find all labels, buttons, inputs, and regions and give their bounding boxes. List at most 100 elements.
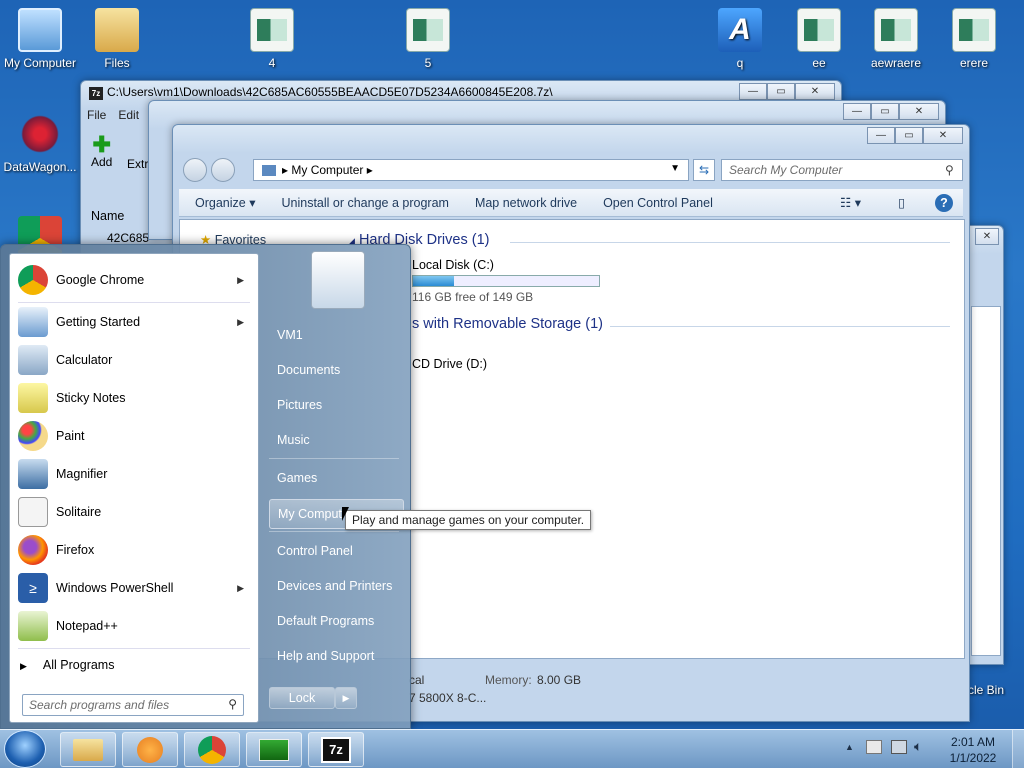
places-help-and-support[interactable]: Help and Support — [269, 642, 404, 672]
menu-edit[interactable]: Edit — [118, 108, 139, 122]
plus-icon: ✚ — [92, 132, 111, 157]
uninstall-program-button[interactable]: Uninstall or change a program — [281, 196, 448, 210]
chrome-icon — [18, 265, 48, 295]
program-getting-started[interactable]: Getting Started ▶ — [14, 304, 254, 340]
program-windows-powershell[interactable]: ≥ Windows PowerShell ▶ — [14, 570, 254, 606]
user-picture — [311, 251, 365, 309]
places-default-programs[interactable]: Default Programs — [269, 607, 404, 637]
minimize-button[interactable]: — — [867, 127, 895, 144]
places-games[interactable]: Games — [269, 464, 404, 494]
program-firefox[interactable]: Firefox — [14, 532, 254, 568]
clock-date: 1/1/2022 — [949, 751, 997, 765]
menu-file[interactable]: File — [87, 108, 106, 122]
program-notepad-plus-plus[interactable]: Notepad++ — [14, 608, 254, 644]
dropdown-arrow-icon[interactable]: ▼ — [670, 163, 680, 174]
desktop-icon-erere[interactable]: erere — [934, 2, 1014, 70]
7zip-icon: 7z — [89, 87, 103, 100]
places-pictures[interactable]: Pictures — [269, 391, 404, 421]
7zip-icon: 7z — [321, 736, 351, 763]
help-icon[interactable]: ? — [935, 193, 953, 212]
maximize-button[interactable]: ▭ — [895, 127, 923, 144]
program-magnifier[interactable]: Magnifier — [14, 456, 254, 492]
disk-usage-fill — [413, 276, 454, 286]
places-documents[interactable]: Documents — [269, 356, 404, 386]
program-solitaire[interactable]: Solitaire — [14, 494, 254, 530]
image-file-icon — [874, 8, 918, 52]
places-control-panel[interactable]: Control Panel — [269, 537, 404, 567]
command-bar: Organize ▾ Uninstall or change a program… — [179, 189, 963, 217]
start-search-input[interactable]: Search programs and files ⚲ — [22, 694, 244, 716]
cd-drive-item[interactable]: CD Drive (D:) — [412, 357, 487, 371]
show-hidden-icons-button[interactable]: ▲ — [845, 742, 854, 752]
places-devices-and-printers[interactable]: Devices and Printers — [269, 572, 404, 602]
maximize-button[interactable]: ▭ — [871, 103, 899, 120]
map-network-drive-button[interactable]: Map network drive — [475, 196, 577, 210]
clock[interactable]: 2:01 AM 1/1/2022 — [944, 734, 1002, 766]
lock-button[interactable]: Lock — [269, 687, 335, 709]
taskbar-chrome[interactable] — [184, 732, 240, 767]
taskbar-network-tool[interactable] — [246, 732, 302, 767]
maximize-button[interactable]: ▭ — [767, 83, 795, 100]
desktop-icon-5[interactable]: 5 — [388, 2, 468, 70]
show-desktop-button[interactable] — [1012, 730, 1024, 768]
shutdown-options-button[interactable]: ▶ — [335, 687, 357, 709]
close-button[interactable]: ✕ — [923, 127, 963, 144]
firefox-icon — [18, 535, 48, 565]
network-icon[interactable] — [891, 740, 907, 754]
tooltip: Play and manage games on your computer. — [345, 510, 592, 530]
close-button[interactable]: ✕ — [975, 228, 999, 245]
taskbar-explorer[interactable] — [60, 732, 116, 767]
program-sticky-notes[interactable]: Sticky Notes — [14, 380, 254, 416]
program-google-chrome[interactable]: Google Chrome ▶ — [14, 262, 254, 298]
submenu-arrow-icon: ▶ — [237, 582, 244, 593]
refresh-button[interactable]: ⇆ — [693, 159, 715, 181]
user-vm1[interactable]: VM1 — [269, 321, 404, 351]
preview-pane-icon[interactable]: ▯ — [898, 195, 905, 210]
disk-free-text: 116 GB free of 149 GB — [412, 290, 534, 304]
search-icon: ⚲ — [228, 697, 237, 711]
desktop-icon-my-computer[interactable]: My Computer — [0, 2, 80, 70]
removable-header[interactable]: s with Removable Storage (1) — [412, 316, 603, 332]
organize-menu[interactable]: Organize ▾ — [195, 195, 255, 210]
file-row[interactable]: 42C685 — [107, 231, 149, 245]
add-button[interactable]: ✚ Add — [91, 132, 112, 170]
column-header-name[interactable]: Name — [91, 209, 124, 223]
minimize-button[interactable]: — — [739, 83, 767, 100]
forward-button[interactable] — [211, 158, 235, 182]
action-center-icon[interactable] — [866, 740, 882, 754]
close-button[interactable]: ✕ — [899, 103, 939, 120]
program-paint[interactable]: Paint — [14, 418, 254, 454]
desktop-icon-recycle-bin-label[interactable]: cle Bin — [968, 683, 1004, 697]
back-button[interactable] — [183, 158, 207, 182]
volume-icon[interactable]: 🔈︎ — [914, 738, 922, 755]
breadcrumb-my-computer[interactable]: My Computer — [291, 163, 363, 177]
close-button[interactable]: ✕ — [795, 83, 835, 100]
start-button[interactable] — [4, 730, 46, 768]
sticky-notes-icon — [18, 383, 48, 413]
view-options-icon[interactable]: ☷ ▾ — [840, 195, 861, 210]
zip-window-title: C:\Users\vm1\Downloads\42C685AC60555BEAA… — [107, 85, 553, 99]
local-disk-item[interactable]: Local Disk (C:) — [412, 258, 494, 272]
desktop-icon-q[interactable]: Aq — [700, 2, 780, 70]
open-control-panel-button[interactable]: Open Control Panel — [603, 196, 713, 210]
programs-pane: Google Chrome ▶ Getting Started ▶ Calculat… — [9, 253, 259, 723]
desktop-icon-ee[interactable]: ee — [779, 2, 859, 70]
minimize-button[interactable]: — — [843, 103, 871, 120]
calculator-icon — [18, 345, 48, 375]
desktop-icon-aewraere[interactable]: aewraere — [856, 2, 936, 70]
places-music[interactable]: Music — [269, 426, 404, 456]
all-programs-button[interactable]: ▶ All Programs — [20, 658, 114, 672]
getting-started-icon — [18, 307, 48, 337]
arrow-right-icon: ▶ — [20, 661, 27, 671]
taskbar-media-player[interactable] — [122, 732, 178, 767]
folder-icon — [95, 8, 139, 52]
address-bar[interactable]: ▸ My Computer ▸ ▼ — [253, 159, 689, 181]
extract-button[interactable]: Extr — [127, 157, 148, 171]
image-file-icon — [250, 8, 294, 52]
taskbar-7zip[interactable]: 7z — [308, 732, 364, 767]
desktop-icon-datawagon[interactable]: DataWagon... — [0, 106, 80, 174]
program-calculator[interactable]: Calculator — [14, 342, 254, 378]
desktop-icon-4[interactable]: 4 — [232, 2, 312, 70]
desktop-icon-files[interactable]: Files — [77, 2, 157, 70]
search-input[interactable]: Search My Computer — [721, 159, 963, 181]
